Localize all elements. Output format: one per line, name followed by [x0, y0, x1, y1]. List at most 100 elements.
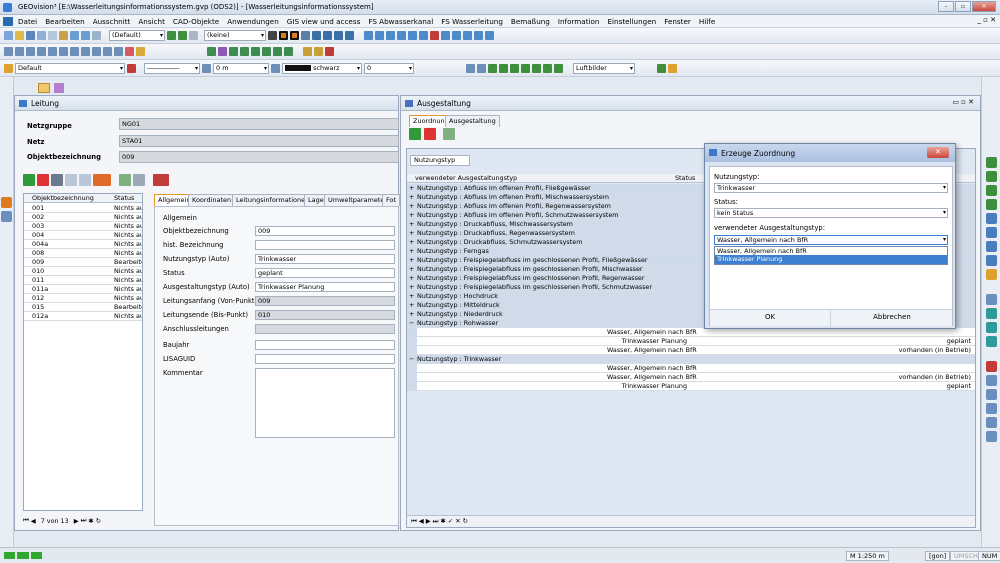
fill4-icon[interactable]: [510, 63, 519, 73]
raster-icon[interactable]: [657, 63, 666, 73]
layer-lock-icon[interactable]: [189, 31, 198, 40]
list-item[interactable]: 012a Nichts aus: [24, 312, 142, 321]
move-icon[interactable]: [229, 47, 238, 56]
arc-icon[interactable]: [26, 47, 35, 56]
remove-icon[interactable]: [37, 174, 49, 186]
rotate-icon[interactable]: [240, 47, 249, 56]
snap-center-icon[interactable]: [985, 322, 997, 333]
zoom-next-icon[interactable]: [985, 227, 997, 238]
menu-bearbeiten[interactable]: Bearbeiten: [45, 17, 85, 26]
expand-icon[interactable]: +: [409, 310, 414, 318]
fill2-icon[interactable]: [488, 63, 497, 73]
search-icon[interactable]: [79, 174, 91, 186]
nav-refresh-icon[interactable]: ↻: [96, 517, 101, 525]
grid-icon[interactable]: [323, 31, 332, 40]
tab-fot[interactable]: Fot: [382, 194, 401, 206]
copy-icon[interactable]: [48, 31, 57, 40]
zoom-window-icon[interactable]: [985, 185, 997, 196]
ellipse-icon[interactable]: [48, 47, 57, 56]
menu-gis[interactable]: GIS view und access: [287, 17, 361, 26]
menu-anwendungen[interactable]: Anwendungen: [227, 17, 279, 26]
nav-first-icon[interactable]: ⏮: [23, 516, 29, 525]
col-status-grid[interactable]: Status: [675, 174, 695, 182]
linewidth-icon[interactable]: [271, 63, 280, 73]
list-item[interactable]: 002 Nichts aus: [24, 213, 142, 222]
child-row[interactable]: Trinkwasser Planung geplant: [407, 337, 975, 346]
point-icon[interactable]: [4, 47, 13, 56]
pen4-icon[interactable]: [397, 31, 406, 40]
line-tool-icon[interactable]: [268, 31, 277, 40]
tab-ausgestaltung[interactable]: Ausgestaltung: [445, 115, 500, 127]
col-ausgestaltungstyp[interactable]: verwendeter Ausgestaltungstyp: [415, 174, 517, 182]
group-row[interactable]: − Nutzungstyp : Trinkwasser: [407, 355, 975, 364]
child-row[interactable]: Wasser, Allgemein nach BfR: [407, 328, 975, 337]
offset-input[interactable]: 0 m: [213, 62, 269, 74]
child-row[interactable]: Trinkwasser Planung geplant: [407, 382, 975, 391]
color-select[interactable]: schwarz: [282, 62, 362, 74]
field-input[interactable]: 009: [255, 226, 395, 236]
expand-icon[interactable]: +: [409, 247, 414, 255]
menu-ausschnitt[interactable]: Ausschnitt: [93, 17, 131, 26]
snap-icon[interactable]: [312, 31, 321, 40]
export-zuordnung-icon[interactable]: [443, 128, 455, 140]
zoom-prev-icon[interactable]: [985, 213, 997, 224]
nav-next-icon[interactable]: ▶: [74, 517, 79, 525]
expand-icon[interactable]: +: [409, 220, 414, 228]
left-tool-icon[interactable]: [1, 197, 12, 208]
menu-bemassung[interactable]: Bemaßung: [511, 17, 550, 26]
list-item[interactable]: 001 Nichts aus: [24, 204, 142, 213]
layer-settings-icon[interactable]: [127, 63, 136, 73]
layer-off-icon[interactable]: [178, 31, 187, 40]
split-icon[interactable]: [985, 417, 997, 428]
zoom-out-icon[interactable]: [985, 171, 997, 182]
extend-icon[interactable]: [284, 47, 293, 56]
number-input[interactable]: 0: [364, 62, 414, 74]
field-input[interactable]: 010: [255, 310, 395, 320]
expand-icon[interactable]: +: [409, 238, 414, 246]
fill7-icon[interactable]: [543, 63, 552, 73]
pen2-icon[interactable]: [375, 31, 384, 40]
layer-on-icon[interactable]: [167, 31, 176, 40]
add-zuordnung-icon[interactable]: [409, 128, 421, 140]
properties-icon[interactable]: [92, 31, 101, 40]
expand-icon[interactable]: +: [409, 202, 414, 210]
select-icon[interactable]: [303, 47, 312, 56]
list-item[interactable]: 008 Nichts aus: [24, 249, 142, 258]
menu-datei[interactable]: Datei: [18, 17, 37, 26]
snap-end-icon[interactable]: [985, 336, 997, 347]
col-status[interactable]: Status: [114, 194, 134, 202]
pin-icon[interactable]: [325, 47, 334, 56]
left-tool2-icon[interactable]: [1, 211, 12, 222]
field-input[interactable]: [255, 340, 395, 350]
expand-icon[interactable]: +: [409, 193, 414, 201]
menu-information[interactable]: Information: [558, 17, 600, 26]
linetype-select[interactable]: ―――――: [144, 62, 200, 74]
menu-fs-wasserleitung[interactable]: FS Wasserleitung: [441, 17, 503, 26]
menu-cad-objekte[interactable]: CAD-Objekte: [173, 17, 219, 26]
flag-icon[interactable]: [985, 375, 997, 386]
grid-navigator[interactable]: ⏮ ◀ ▶ ⏭ ✱ ✓ ✕ ↻: [407, 515, 975, 527]
fill-icon[interactable]: [477, 63, 486, 73]
add-icon[interactable]: [23, 174, 35, 186]
scale-display[interactable]: M 1:250 m: [846, 551, 889, 561]
expand-icon[interactable]: +: [409, 292, 414, 300]
pan-icon[interactable]: [985, 241, 997, 252]
list-item[interactable]: 003 Nichts aus: [24, 222, 142, 231]
collapse-icon[interactable]: −: [409, 355, 414, 363]
abbrechen-button[interactable]: Abbrechen: [832, 310, 952, 326]
fill6-icon[interactable]: [532, 63, 541, 73]
list-item[interactable]: 010 Nichts aus: [24, 267, 142, 276]
save-icon[interactable]: [26, 31, 35, 40]
mdi-controls[interactable]: _ ▫ ✕: [977, 16, 996, 24]
list-item[interactable]: 011 Nichts aus: [24, 276, 142, 285]
zoom-icon[interactable]: [314, 47, 323, 56]
fill3-icon[interactable]: [499, 63, 508, 73]
dialog-close-button[interactable]: ✕: [927, 147, 949, 158]
pen-icon[interactable]: [364, 31, 373, 40]
collapse-icon[interactable]: −: [409, 319, 414, 327]
pen11-icon[interactable]: [474, 31, 483, 40]
menu-einstellungen[interactable]: Einstellungen: [607, 17, 656, 26]
node-tool-icon[interactable]: [985, 403, 997, 414]
fill5-icon[interactable]: [521, 63, 530, 73]
tab-leitungsinformationen[interactable]: Leitungsinformationen: [232, 194, 314, 206]
